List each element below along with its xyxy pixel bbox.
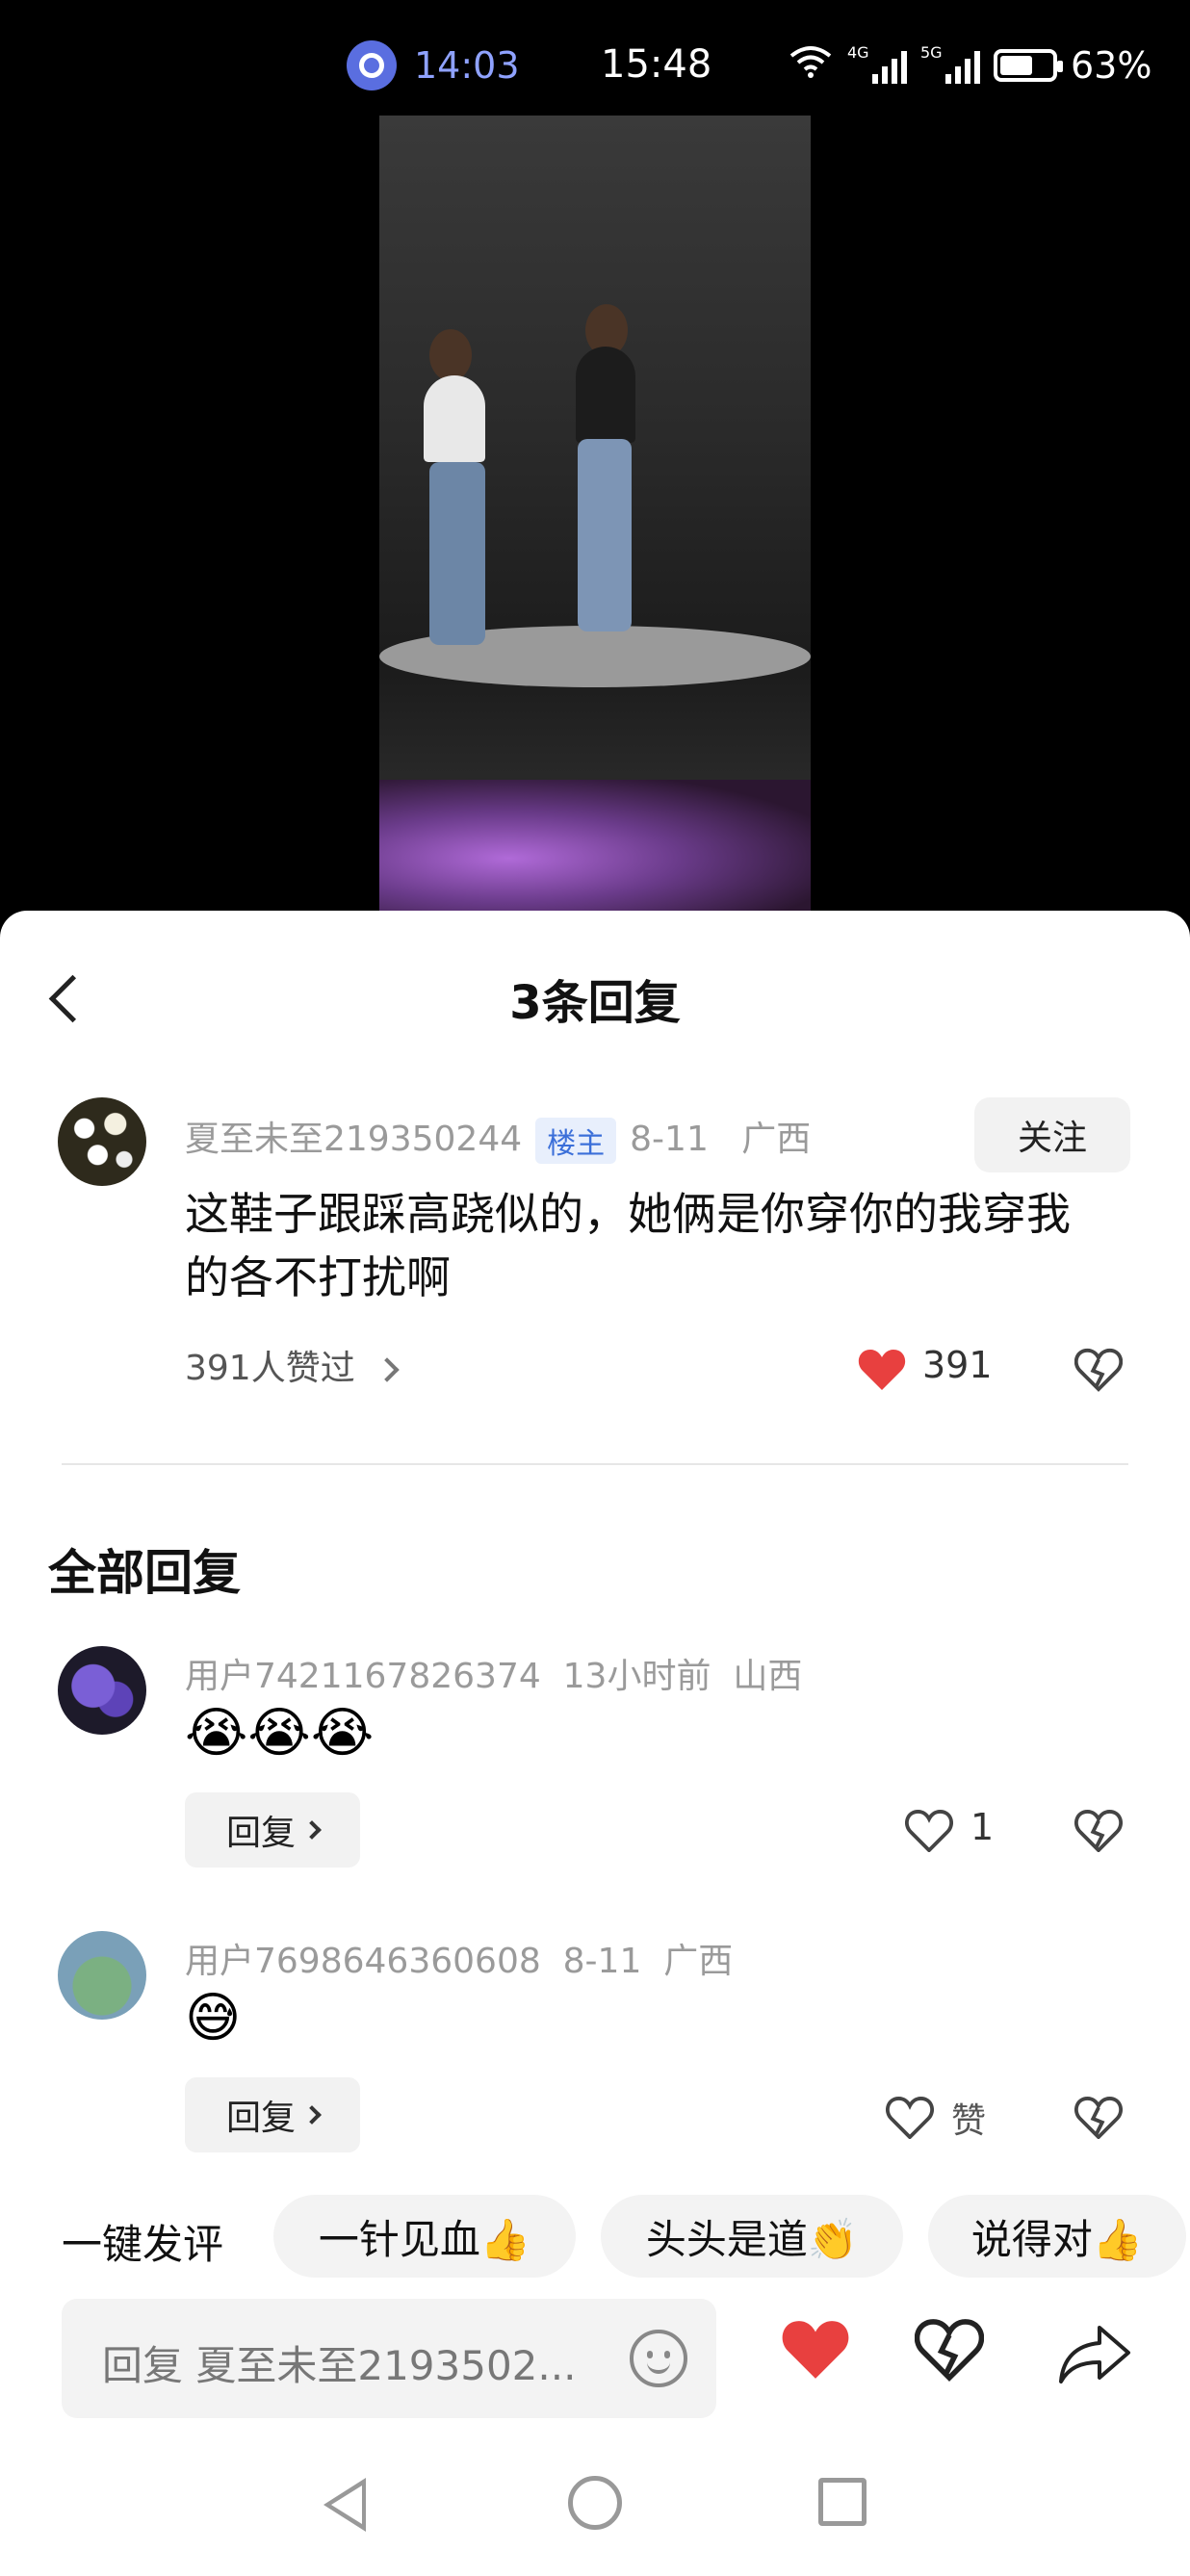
avatar[interactable]	[58, 1097, 146, 1186]
likers-link[interactable]: 391人赞过	[185, 1340, 400, 1390]
chevron-right-icon	[374, 1357, 400, 1382]
reply-location: 广西	[663, 1942, 734, 1981]
quick-comment-chip[interactable]: 说得对👍	[928, 2195, 1186, 2278]
follow-button[interactable]: 关注	[974, 1097, 1130, 1172]
like-count: 1	[970, 1806, 995, 1848]
reply-location: 山西	[733, 1657, 803, 1696]
reply-input-placeholder: 回复 夏至未至2193502...	[102, 2342, 577, 2389]
username[interactable]: 用户7421167826374	[185, 1657, 541, 1696]
call-icon	[347, 40, 397, 90]
username[interactable]: 夏至未至219350244	[185, 1120, 522, 1159]
share-icon[interactable]	[1057, 2324, 1132, 2389]
singer-right	[576, 347, 635, 443]
divider	[62, 1463, 1128, 1465]
ongoing-call-indicator[interactable]: 14:03	[347, 40, 520, 90]
reply-text: 😅	[185, 1987, 242, 2049]
nav-recents-icon[interactable]	[818, 2478, 867, 2526]
heart-outline-icon[interactable]	[886, 2097, 934, 2139]
clock: 15:48	[601, 42, 712, 87]
chevron-right-icon	[302, 2105, 322, 2125]
reply-input[interactable]: 回复 夏至未至2193502...	[62, 2299, 716, 2418]
system-nav-bar	[0, 2441, 1190, 2576]
reply-meta: 用户7698646360608 8-11 广西	[185, 1933, 733, 1983]
like-count: 391	[922, 1344, 993, 1386]
signal-icon: 5G	[920, 43, 980, 84]
battery-percent: 63%	[1071, 43, 1152, 87]
broken-heart-icon[interactable]	[1074, 1348, 1123, 1392]
nav-back-icon[interactable]	[323, 2478, 366, 2532]
signal-icon: 4G	[847, 43, 907, 84]
sheet-title: 3条回复	[509, 976, 681, 1030]
reply-time: 13小时前	[562, 1657, 711, 1696]
status-icons: 4G 5G 63%	[788, 42, 1151, 88]
comment-location: 广西	[741, 1120, 812, 1159]
username[interactable]: 用户7698646360608	[185, 1942, 541, 1981]
call-time: 14:03	[414, 44, 520, 87]
smile-icon[interactable]	[630, 2330, 687, 2387]
section-title: 全部回复	[48, 1545, 241, 1601]
reply-text: 😭😭😭	[185, 1702, 375, 1765]
video-frame	[379, 116, 811, 911]
heart-icon[interactable]	[857, 1348, 907, 1392]
comment-text: 这鞋子跟踩高跷似的，她俩是你穿你的我穿我的各不打扰啊	[185, 1188, 1071, 1303]
broken-heart-icon[interactable]	[1074, 2097, 1123, 2139]
reply-button[interactable]: 回复	[185, 2077, 360, 2152]
quick-comment-label: 一键发评	[62, 2221, 224, 2268]
quick-comment-chip[interactable]: 头头是道👏	[601, 2195, 903, 2278]
quick-comment-chip[interactable]: 一针见血👍	[273, 2195, 576, 2278]
avatar[interactable]	[58, 1646, 146, 1735]
reply-sheet: 3条回复 夏至未至219350244 楼主 8-11 广西 关注 这鞋子跟踩高跷似的…	[0, 911, 1190, 2576]
heart-outline-icon[interactable]	[905, 1810, 953, 1852]
comment-meta: 夏至未至219350244 楼主 8-11 广西	[185, 1111, 811, 1164]
nav-home-icon[interactable]	[568, 2476, 622, 2530]
reply-time: 8-11	[562, 1942, 642, 1981]
comment-date: 8-11	[630, 1120, 709, 1159]
status-bar: 14:03 15:48 4G 5G 63%	[0, 0, 1190, 116]
heart-icon[interactable]	[780, 2318, 851, 2385]
reply-button[interactable]: 回复	[185, 1792, 360, 1868]
wifi-icon	[788, 42, 834, 88]
author-badge: 楼主	[535, 1118, 617, 1164]
broken-heart-icon[interactable]	[914, 2318, 985, 2385]
reply-meta: 用户7421167826374 13小时前 山西	[185, 1648, 802, 1698]
singer-left	[424, 375, 485, 462]
avatar[interactable]	[58, 1931, 146, 2020]
like-label: 赞	[951, 2101, 987, 2141]
battery-icon	[994, 48, 1063, 82]
chevron-right-icon	[302, 1820, 322, 1840]
video-player[interactable]	[0, 116, 1190, 911]
broken-heart-icon[interactable]	[1074, 1810, 1123, 1852]
